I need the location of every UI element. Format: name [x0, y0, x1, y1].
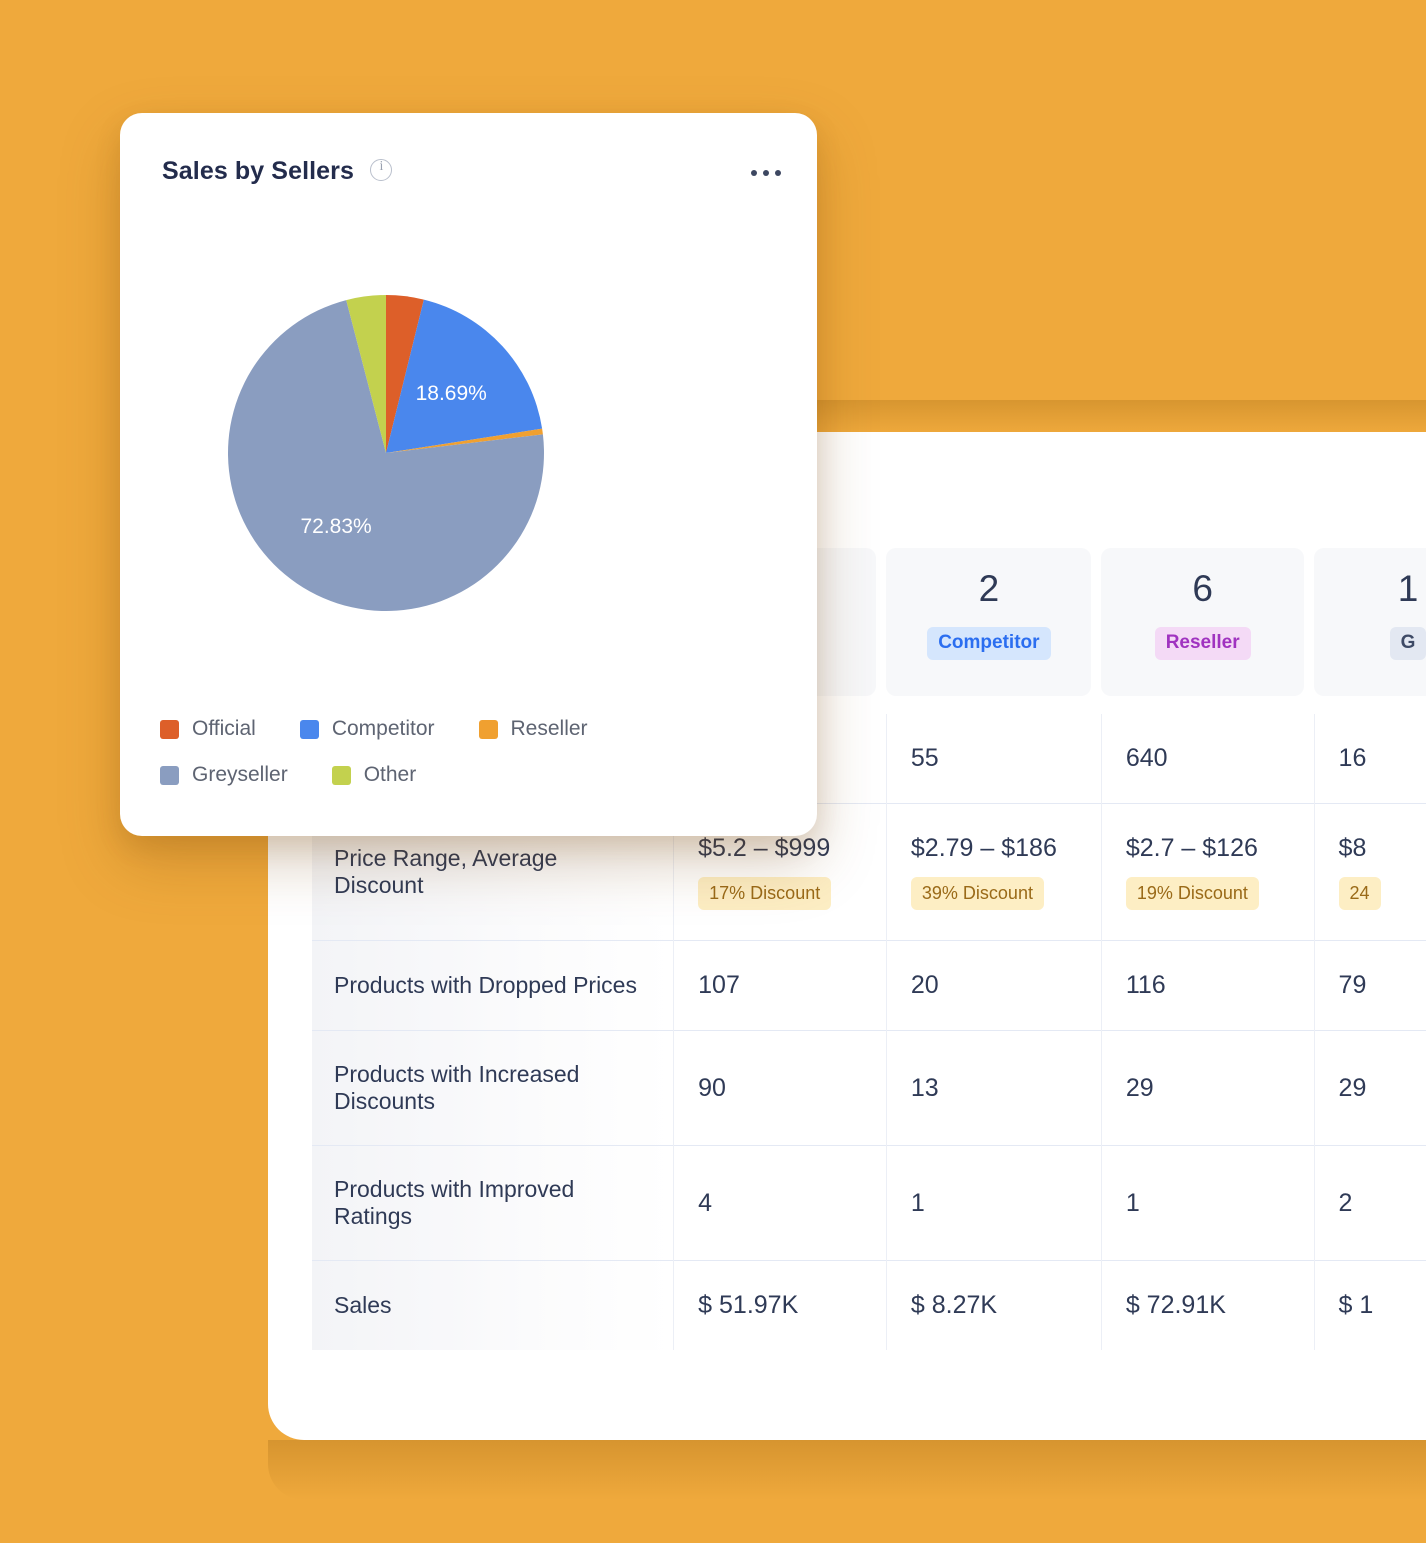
rank-value: 6 — [1192, 568, 1213, 609]
pie-chart-svg[interactable]: 18.69% 72.83% — [216, 263, 716, 643]
rank-value: 1 — [1397, 568, 1419, 609]
seller-type-badge: G — [1389, 627, 1426, 660]
price-range-value: $5.2 – $999 — [698, 834, 831, 862]
cell-value: 13 — [885, 1030, 1102, 1146]
table-row: Products with Increased Discounts 90 13 … — [312, 1030, 1426, 1146]
cell-value: 2 — [1313, 1145, 1426, 1261]
legend-item-competitor[interactable]: Competitor — [299, 717, 435, 741]
row-label: Products with Improved Ratings — [312, 1145, 674, 1261]
cell-value: 1 — [1100, 1145, 1315, 1261]
sales-by-sellers-card: Sales by Sellers 18.69% 72.83% Official Co… — [120, 113, 817, 836]
rank-value: 2 — [978, 568, 1000, 609]
column-header-competitor[interactable]: 2 Competitor — [886, 548, 1101, 714]
cell-price-range: $8 24 — [1313, 803, 1426, 941]
discount-badge: 17% Discount — [698, 877, 832, 910]
cell-value: 116 — [1100, 940, 1315, 1031]
table-row: Sales $ 51.97K $ 8.27K $ 72.91K $ 1 — [312, 1260, 1426, 1350]
legend-swatch — [160, 719, 179, 739]
pie-chart: 18.69% 72.83% — [156, 263, 776, 643]
seller-type-badge: Competitor — [927, 627, 1051, 660]
legend-swatch — [160, 765, 179, 785]
pie-slice-label: 72.83% — [300, 515, 371, 538]
cell-value: 29 — [1100, 1030, 1315, 1146]
cell-price-range: $2.79 – $186 39% Discount — [885, 803, 1102, 941]
price-range-value: $2.79 – $186 — [910, 834, 1057, 862]
legend-label: Greyseller — [192, 763, 288, 786]
cell-value: 4 — [673, 1145, 887, 1261]
legend-item-official[interactable]: Official — [160, 717, 256, 741]
table-row: Products with Dropped Prices 107 20 116 … — [312, 940, 1426, 1031]
cell-value: 16 — [1313, 714, 1426, 804]
cell-value: 29 — [1313, 1030, 1426, 1146]
table-row: Products with Improved Ratings 4 1 1 2 — [312, 1145, 1426, 1261]
discount-badge: 19% Discount — [1125, 877, 1259, 910]
cell-value: 1 — [885, 1145, 1102, 1261]
legend-item-greyseller[interactable]: Greyseller — [160, 763, 288, 787]
legend-item-reseller[interactable]: Reseller — [478, 717, 588, 741]
cell-price-range: $2.7 – $126 19% Discount — [1100, 803, 1315, 941]
cell-value: 90 — [673, 1030, 887, 1146]
price-range-value: $2.7 – $126 — [1125, 834, 1258, 862]
cell-value: 55 — [885, 714, 1102, 804]
pie-slices — [228, 295, 545, 611]
chart-legend: Official Competitor Reseller Greyseller Othe… — [160, 717, 787, 809]
discount-badge: 24 — [1338, 877, 1381, 910]
row-label: Products with Increased Discounts — [312, 1030, 674, 1146]
discount-badge: 39% Discount — [910, 877, 1044, 910]
legend-label: Other — [363, 763, 417, 786]
cell-value: 20 — [885, 940, 1102, 1031]
info-circle-icon[interactable] — [370, 158, 393, 181]
cell-value: $ 1 — [1313, 1260, 1426, 1350]
cell-value: $ 72.91K — [1100, 1260, 1315, 1350]
legend-label: Official — [192, 717, 256, 740]
legend-item-other[interactable]: Other — [331, 763, 417, 787]
price-range-value: $8 — [1338, 834, 1367, 862]
legend-label: Reseller — [510, 717, 588, 740]
cell-value: $ 51.97K — [673, 1260, 887, 1350]
page-title: Sales by Sellers — [162, 157, 355, 185]
pie-slice-label: 18.69% — [416, 382, 487, 405]
row-label: Sales — [312, 1260, 674, 1350]
legend-label: Competitor — [331, 717, 435, 740]
ellipsis-icon[interactable] — [745, 163, 781, 181]
row-label: Products with Dropped Prices — [312, 940, 674, 1031]
legend-swatch — [331, 765, 351, 785]
column-header-reseller[interactable]: 6 Reseller — [1101, 548, 1314, 714]
legend-swatch — [478, 719, 498, 739]
card-header: Sales by Sellers — [162, 157, 781, 197]
cell-value: 107 — [673, 940, 887, 1031]
seller-type-badge: Reseller — [1154, 627, 1251, 660]
cell-value: 640 — [1100, 714, 1315, 804]
cell-value: $ 8.27K — [885, 1260, 1102, 1350]
column-header-greyseller[interactable]: 1 G — [1314, 548, 1426, 714]
panel-bottom-shadow — [268, 1440, 1426, 1500]
cell-value: 79 — [1313, 940, 1426, 1031]
legend-swatch — [299, 719, 319, 739]
